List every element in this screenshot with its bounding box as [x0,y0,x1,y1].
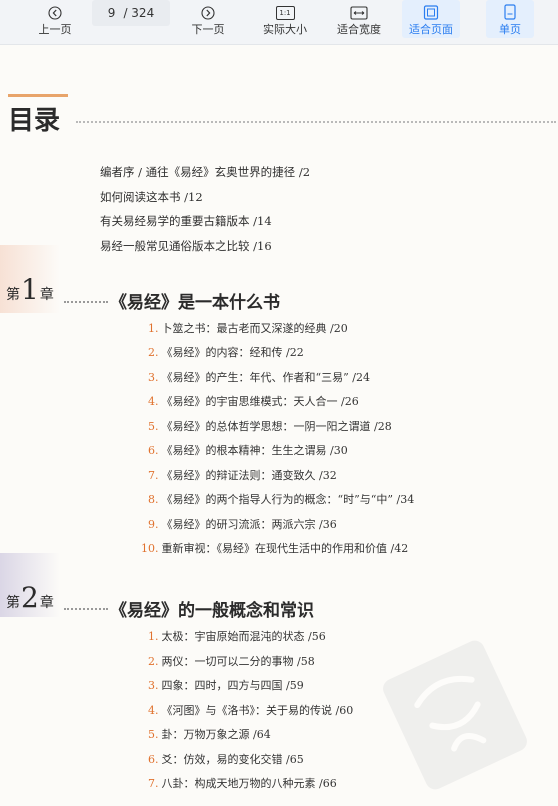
list-item: 7. 八卦：构成天地万物的八种元素 /66 [148,775,337,791]
item-number: 6. [148,753,159,766]
chapter-2-label: 第 2 章 [6,581,54,614]
item-text: 爻：仿效，易的变化交错 /65 [161,753,304,766]
fit-width-button[interactable]: 适合宽度 [331,0,387,38]
item-number: 10. [141,542,159,555]
item-number: 1. [148,630,159,643]
list-item: 1. 卜筮之书：最古老而又深遂的经典 /20 [148,320,348,336]
list-item: 3. 四象：四时，四方与四国 /59 [148,677,304,693]
list-item: 4. 《易经》的宇宙思维模式：天人合一 /26 [148,393,359,409]
actual-size-button[interactable]: 1:1 实际大小 [258,0,312,38]
item-number: 2. [148,655,159,668]
item-text: 《易经》的总体哲学思想：一阴一阳之谓道 /28 [161,420,392,433]
item-number: 7. [148,777,159,790]
chapter-1-label: 第 1 章 [6,273,54,306]
single-page-label: 单页 [499,23,521,36]
item-text: 八卦：构成天地万物的八种元素 /66 [161,777,337,790]
actual-size-label: 实际大小 [263,23,307,36]
item-number: 1. [148,322,159,335]
chevron-right-icon [201,0,215,20]
item-text: 《易经》的产生：年代、作者和“三易” /24 [161,371,370,384]
chapter-number: 1 [21,273,39,306]
chapter-2-title: 《易经》的一般概念和常识 [110,601,314,621]
item-number: 4. [148,395,159,408]
item-text: 《易经》的宇宙思维模式：天人合一 /26 [161,395,359,408]
chapter-suffix: 章 [39,287,54,303]
item-text: 《河图》与《洛书》：关于易的传说 /60 [161,704,354,717]
prev-page-button[interactable]: 上一页 [33,0,77,38]
item-text: 《易经》的研习流派：两派六宗 /36 [161,518,337,531]
item-text: 《易经》的根本精神：生生之谓易 /30 [161,444,348,457]
fit-width-label: 适合宽度 [337,23,381,36]
chapter-number: 2 [21,581,39,614]
list-item: 2. 两仪：一切可以二分的事物 /58 [148,653,315,669]
item-text: 《易经》的两个指导人行为的概念：“时”与“中” /34 [161,493,415,506]
item-number: 8. [148,493,159,506]
item-number: 3. [148,371,159,384]
fit-page-icon [423,0,439,20]
chapter-2-dotted-leader [64,608,108,610]
toc-title: 目录 [8,106,61,136]
title-accent-bar [8,94,68,97]
prev-page-label: 上一页 [38,23,72,36]
list-item: 4. 《河图》与《洛书》：关于易的传说 /60 [148,702,353,718]
list-item: 2. 《易经》的内容：经和传 /22 [148,344,304,360]
list-item: 10. 重新审视：《易经》在现代生活中的作用和价值 /42 [141,540,408,556]
item-number: 5. [148,728,159,741]
item-text: 《易经》的辩证法则：通变致久 /32 [161,469,337,482]
item-text: 两仪：一切可以二分的事物 /58 [161,655,315,668]
page-current-input[interactable]: 9 [108,6,116,20]
preface-line: 编者序 / 通往《易经》玄奥世界的捷径 /2 [100,165,311,179]
item-text: 卦：万物万象之源 /64 [161,728,271,741]
item-number: 2. [148,346,159,359]
chevron-left-icon [48,0,62,20]
list-item: 7. 《易经》的辩证法则：通变致久 /32 [148,467,337,483]
watermark-seal-image [383,640,527,790]
chapter-1-title: 《易经》是一本什么书 [110,293,280,313]
list-item: 5. 卦：万物万象之源 /64 [148,726,271,742]
item-text: 太极：宇宙原始而混沌的状态 /56 [161,630,326,643]
list-item: 8. 《易经》的两个指导人行为的概念：“时”与“中” /34 [148,491,414,507]
item-number: 9. [148,518,159,531]
document-page: 目录 编者序 / 通往《易经》玄奥世界的捷径 /2 如何阅读这本书 /12 有关… [0,45,558,806]
viewer-toolbar: 上一页 9 / 324 下一页 1:1 实际大小 适合宽度 适合页面 单页 [0,0,558,45]
fit-page-label: 适合页面 [409,23,453,36]
list-item: 5. 《易经》的总体哲学思想：一阴一阳之谓道 /28 [148,418,392,434]
item-number: 7. [148,469,159,482]
list-item: 1. 太极：宇宙原始而混沌的状态 /56 [148,628,326,644]
item-number: 3. [148,679,159,692]
title-dotted-leader [76,121,556,123]
list-item: 6. 《易经》的根本精神：生生之谓易 /30 [148,442,348,458]
item-text: 四象：四时，四方与四国 /59 [161,679,304,692]
item-text: 重新审视：《易经》在现代生活中的作用和价值 /42 [161,542,409,555]
preface-line: 有关易经易学的重要古籍版本 /14 [100,214,272,228]
single-page-icon [504,0,516,20]
item-text: 《易经》的内容：经和传 /22 [161,346,304,359]
list-item: 6. 爻：仿效，易的变化交错 /65 [148,751,304,767]
list-item: 3. 《易经》的产生：年代、作者和“三易” /24 [148,369,370,385]
fit-page-button[interactable]: 适合页面 [402,0,460,38]
list-item: 9. 《易经》的研习流派：两派六宗 /36 [148,516,337,532]
item-number: 6. [148,444,159,457]
chapter-prefix: 第 [6,595,20,611]
page-total: / 324 [123,6,155,20]
preface-line: 易经一般常见通俗版本之比较 /16 [100,239,272,253]
item-number: 5. [148,420,159,433]
chapter-1-dotted-leader [64,301,108,303]
actual-size-icon-text: 1:1 [275,6,295,20]
item-number: 4. [148,704,159,717]
preface-line: 如何阅读这本书 /12 [100,190,203,204]
item-text: 卜筮之书：最古老而又深遂的经典 /20 [161,322,348,335]
next-page-button[interactable]: 下一页 [186,0,230,38]
fit-width-icon [350,0,368,20]
chapter-suffix: 章 [39,595,54,611]
single-page-button[interactable]: 单页 [486,0,534,38]
actual-size-icon: 1:1 [275,0,295,20]
page-number-field[interactable]: 9 / 324 [92,0,170,26]
chapter-prefix: 第 [6,287,20,303]
next-page-label: 下一页 [191,23,225,36]
